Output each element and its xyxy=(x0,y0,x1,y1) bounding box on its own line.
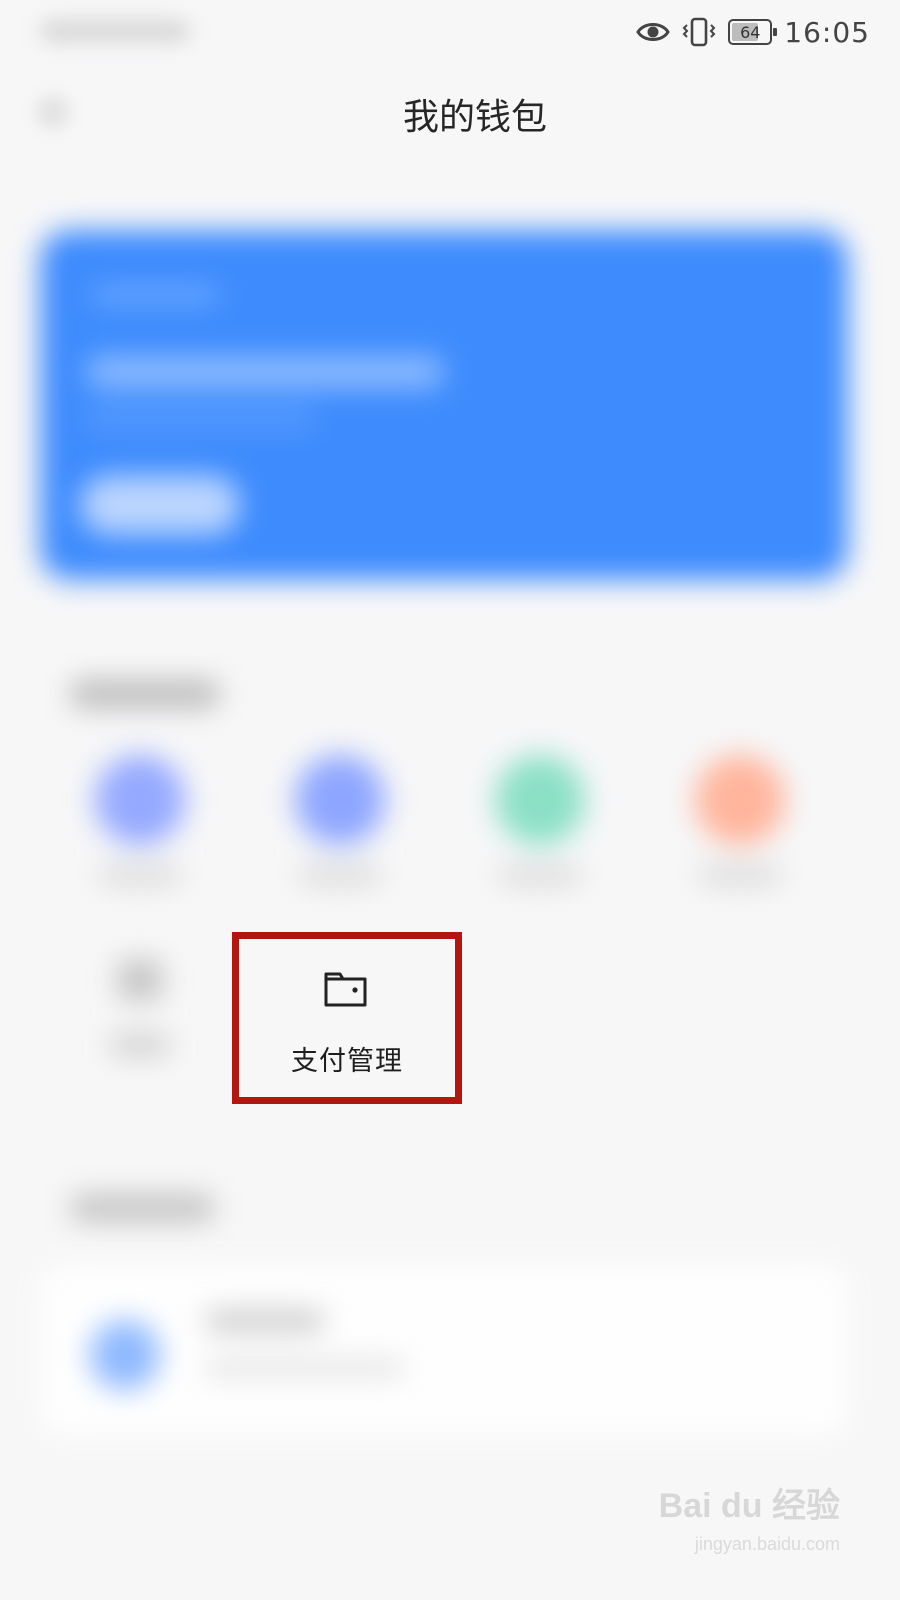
watermark: Bai du 经验 jingyan.baidu.com xyxy=(659,1478,840,1568)
eye-icon xyxy=(636,23,671,41)
vibrate-icon xyxy=(682,17,716,47)
watermark-url: jingyan.baidu.com xyxy=(694,1534,840,1554)
status-carrier-blurred xyxy=(40,20,190,42)
service-icon-blurred xyxy=(295,755,385,845)
payment-management-label: 支付管理 xyxy=(291,1046,403,1077)
battery-level: 64 xyxy=(740,22,761,42)
page-title: 我的钱包 xyxy=(402,97,547,138)
card-button-blurred[interactable] xyxy=(80,475,240,535)
section-heading-blurred xyxy=(70,1195,215,1221)
highlight-box: 支付管理 xyxy=(232,932,462,1104)
battery-icon: 64 xyxy=(728,19,778,45)
service-item-blurred[interactable] xyxy=(100,960,180,1080)
list-title-blurred xyxy=(205,1310,325,1332)
section-heading-blurred xyxy=(70,680,220,708)
card-label-blurred xyxy=(90,285,220,305)
card-title-blurred xyxy=(85,355,445,389)
wallet-icon xyxy=(324,972,367,1007)
list-subtitle-blurred xyxy=(205,1360,405,1376)
status-time: 16:05 xyxy=(784,15,870,49)
payment-management-button[interactable]: 支付管理 xyxy=(239,939,455,1097)
service-icon-blurred xyxy=(95,755,185,845)
status-icons: 64 16:05 xyxy=(636,12,870,52)
watermark-logo: Bai du 经验 xyxy=(658,1487,840,1525)
service-label-blurred xyxy=(100,867,180,883)
service-label-blurred xyxy=(500,867,580,883)
card-subtitle-blurred xyxy=(85,410,315,428)
service-item-blurred[interactable] xyxy=(685,755,795,905)
service-label-blurred xyxy=(700,867,780,883)
service-label-blurred xyxy=(300,867,380,883)
list-panel-blurred xyxy=(40,1265,848,1435)
service-item-blurred[interactable] xyxy=(285,755,395,905)
list-avatar-blurred xyxy=(90,1320,160,1390)
service-icon-blurred xyxy=(695,755,785,845)
service-icon-blurred xyxy=(495,755,585,845)
service-item-blurred[interactable] xyxy=(85,755,195,905)
service-label-blurred xyxy=(110,1035,170,1055)
status-bar: 64 16:05 xyxy=(0,0,900,64)
service-item-blurred[interactable] xyxy=(485,755,595,905)
service-icon-blurred xyxy=(118,960,162,1000)
wallet-card-blurred[interactable] xyxy=(40,230,848,580)
